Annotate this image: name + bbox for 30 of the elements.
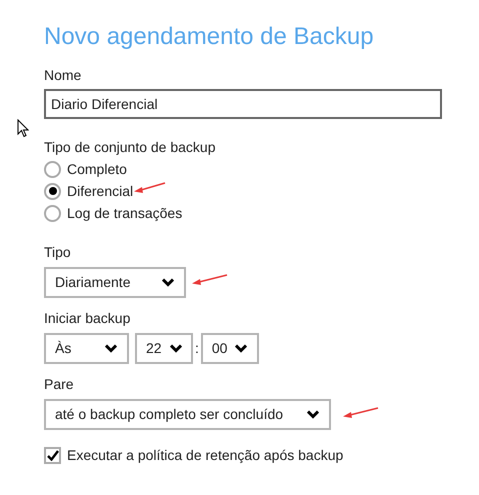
field-label: Iniciar backup: [44, 309, 132, 327]
field-label: Tipo: [44, 243, 72, 261]
chevron-down-icon: [105, 344, 117, 353]
chevron-down-icon: [162, 278, 174, 287]
field-label: Tipo de conjunto de backup: [44, 138, 216, 156]
dropdown[interactable]: Às: [44, 333, 129, 364]
annotation-arrow-icon: [134, 182, 166, 194]
chevron-down-icon: [307, 410, 319, 419]
dropdown[interactable]: até o backup completo ser concluído: [44, 399, 331, 430]
dropdown[interactable]: 22: [135, 333, 193, 364]
annotation-arrow-icon: [343, 406, 379, 418]
radio-label: Completo: [67, 160, 127, 178]
time-separator: :: [195, 339, 199, 358]
radio-button[interactable]: [44, 182, 61, 200]
dropdown[interactable]: 00: [200, 333, 259, 364]
mouse-cursor-icon: [17, 119, 29, 138]
chevron-down-icon: [235, 344, 248, 353]
field-label: Pare: [44, 375, 75, 393]
checkbox[interactable]: [44, 446, 61, 464]
radio-label: Diferencial: [67, 182, 134, 200]
checkbox-label: Executar a política de retenção após backup: [67, 446, 344, 464]
annotation-arrow-icon: [192, 274, 228, 286]
radio-label: Log de transações: [67, 204, 182, 222]
name-input-field[interactable]: Diario Diferencial: [44, 89, 442, 119]
field-label: Nome: [44, 66, 82, 84]
radio-button[interactable]: [44, 204, 61, 222]
chevron-down-icon: [170, 344, 182, 353]
page-title: Novo agendamento de Backup: [44, 22, 375, 52]
radio-button[interactable]: [44, 160, 61, 178]
dropdown[interactable]: Diariamente: [44, 267, 186, 298]
